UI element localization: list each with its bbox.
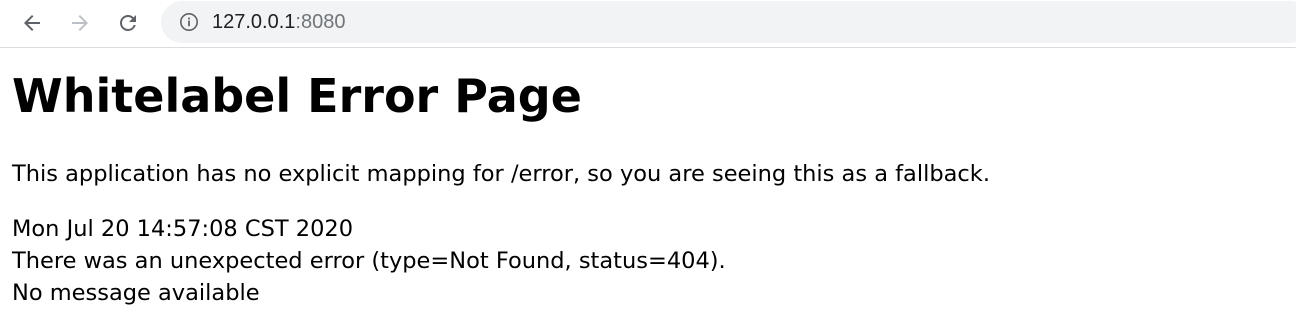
info-icon[interactable] [179,12,199,32]
url-host: 127.0.0.1 [212,11,296,33]
error-timestamp: Mon Jul 20 14:57:08 CST 2020 [12,216,354,242]
page-title: Whitelabel Error Page [12,69,582,123]
url-text[interactable]: 127.0.0.1:8080 [212,11,345,33]
forward-button[interactable] [63,6,97,40]
browser-toolbar: 127.0.0.1:8080 [0,0,1296,48]
arrow-right-icon [72,15,88,31]
reload-button[interactable] [111,6,145,40]
reload-icon [120,14,136,31]
error-message: No message available [12,280,260,306]
arrow-left-icon [24,15,40,31]
url-port: :8080 [295,11,346,33]
fallback-description: This application has no explicit mapping… [12,161,990,187]
back-button[interactable] [15,6,49,40]
address-bar[interactable]: 127.0.0.1:8080 [161,1,1296,43]
error-details: There was an unexpected error (type=Not … [12,248,726,274]
